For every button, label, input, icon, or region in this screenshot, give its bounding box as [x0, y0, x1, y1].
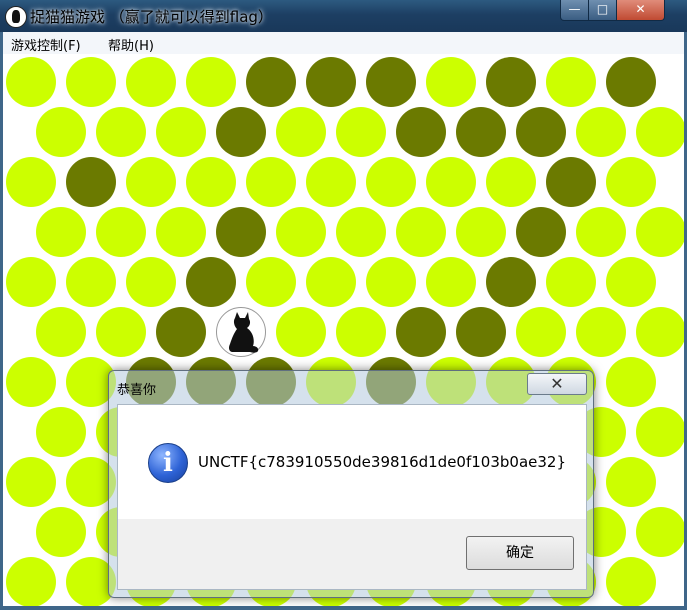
blocked-cell[interactable] — [546, 157, 596, 207]
open-cell[interactable] — [36, 107, 86, 157]
open-cell[interactable] — [96, 207, 146, 257]
open-cell[interactable] — [546, 57, 596, 107]
info-icon: i — [148, 443, 188, 483]
congrats-dialog: 恭喜你 ✕ i UNCTF{c783910550de39816d1de0f103… — [108, 370, 594, 598]
open-cell[interactable] — [636, 107, 684, 157]
blocked-cell[interactable] — [216, 107, 266, 157]
open-cell[interactable] — [576, 307, 626, 357]
flag-message: UNCTF{c783910550de39816d1de0f103b0ae32} — [198, 453, 566, 471]
blocked-cell[interactable] — [246, 57, 296, 107]
dialog-title: 恭喜你 — [117, 383, 157, 398]
open-cell[interactable] — [6, 357, 56, 407]
open-cell[interactable] — [426, 257, 476, 307]
menu-game-control[interactable]: 游戏控制(F) — [11, 35, 81, 54]
open-cell[interactable] — [36, 207, 86, 257]
open-cell[interactable] — [186, 57, 236, 107]
ok-button[interactable]: 确定 — [466, 536, 574, 570]
blocked-cell[interactable] — [366, 57, 416, 107]
open-cell[interactable] — [336, 307, 386, 357]
open-cell[interactable] — [6, 57, 56, 107]
blocked-cell[interactable] — [516, 207, 566, 257]
open-cell[interactable] — [306, 157, 356, 207]
blocked-cell[interactable] — [306, 57, 356, 107]
open-cell[interactable] — [486, 157, 536, 207]
open-cell[interactable] — [336, 207, 386, 257]
open-cell[interactable] — [156, 207, 206, 257]
cat-app-icon — [5, 6, 27, 28]
open-cell[interactable] — [516, 307, 566, 357]
window-frame-left — [0, 32, 3, 610]
open-cell[interactable] — [36, 307, 86, 357]
open-cell[interactable] — [6, 557, 56, 606]
menu-help[interactable]: 帮助(H) — [108, 35, 154, 54]
open-cell[interactable] — [606, 357, 656, 407]
menu-bar: 游戏控制(F) 帮助(H) — [3, 32, 684, 55]
open-cell[interactable] — [426, 157, 476, 207]
open-cell[interactable] — [546, 257, 596, 307]
open-cell[interactable] — [366, 257, 416, 307]
blocked-cell[interactable] — [396, 107, 446, 157]
open-cell[interactable] — [246, 257, 296, 307]
open-cell[interactable] — [636, 407, 684, 457]
open-cell[interactable] — [606, 257, 656, 307]
title-bar[interactable]: 捉猫猫游戏 （赢了就可以得到flag） — □ ✕ — [0, 0, 687, 32]
minimize-button[interactable]: — — [560, 0, 589, 21]
open-cell[interactable] — [336, 107, 386, 157]
open-cell[interactable] — [6, 257, 56, 307]
open-cell[interactable] — [606, 557, 656, 606]
blocked-cell[interactable] — [156, 307, 206, 357]
blocked-cell[interactable] — [216, 207, 266, 257]
open-cell[interactable] — [276, 307, 326, 357]
open-cell[interactable] — [276, 207, 326, 257]
open-cell[interactable] — [606, 457, 656, 507]
maximize-button[interactable]: □ — [588, 0, 617, 21]
open-cell[interactable] — [366, 157, 416, 207]
open-cell[interactable] — [96, 307, 146, 357]
open-cell[interactable] — [186, 157, 236, 207]
open-cell[interactable] — [456, 207, 506, 257]
dialog-close-button[interactable]: ✕ — [527, 373, 587, 395]
open-cell[interactable] — [606, 157, 656, 207]
open-cell[interactable] — [306, 257, 356, 307]
window-frame-bottom — [0, 606, 687, 610]
open-cell[interactable] — [636, 207, 684, 257]
open-cell[interactable] — [96, 107, 146, 157]
open-cell[interactable] — [636, 507, 684, 557]
open-cell[interactable] — [576, 207, 626, 257]
open-cell[interactable] — [246, 157, 296, 207]
blocked-cell[interactable] — [186, 257, 236, 307]
open-cell[interactable] — [276, 107, 326, 157]
cat-cell — [216, 307, 266, 357]
cat-icon — [229, 312, 259, 353]
open-cell[interactable] — [426, 57, 476, 107]
window-title: 捉猫猫游戏 （赢了就可以得到flag） — [30, 8, 273, 26]
blocked-cell[interactable] — [486, 57, 536, 107]
open-cell[interactable] — [66, 257, 116, 307]
open-cell[interactable] — [126, 57, 176, 107]
open-cell[interactable] — [156, 107, 206, 157]
open-cell[interactable] — [6, 457, 56, 507]
blocked-cell[interactable] — [456, 107, 506, 157]
open-cell[interactable] — [6, 157, 56, 207]
open-cell[interactable] — [396, 207, 446, 257]
open-cell[interactable] — [36, 507, 86, 557]
open-cell[interactable] — [36, 407, 86, 457]
open-cell[interactable] — [126, 257, 176, 307]
blocked-cell[interactable] — [66, 157, 116, 207]
close-button[interactable]: ✕ — [616, 0, 665, 21]
blocked-cell[interactable] — [456, 307, 506, 357]
open-cell[interactable] — [576, 107, 626, 157]
blocked-cell[interactable] — [516, 107, 566, 157]
dialog-body: i UNCTF{c783910550de39816d1de0f103b0ae32… — [117, 404, 587, 519]
open-cell[interactable] — [66, 57, 116, 107]
blocked-cell[interactable] — [606, 57, 656, 107]
blocked-cell[interactable] — [396, 307, 446, 357]
dialog-footer: 确定 — [117, 519, 587, 590]
open-cell[interactable] — [126, 157, 176, 207]
blocked-cell[interactable] — [486, 257, 536, 307]
open-cell[interactable] — [636, 307, 684, 357]
